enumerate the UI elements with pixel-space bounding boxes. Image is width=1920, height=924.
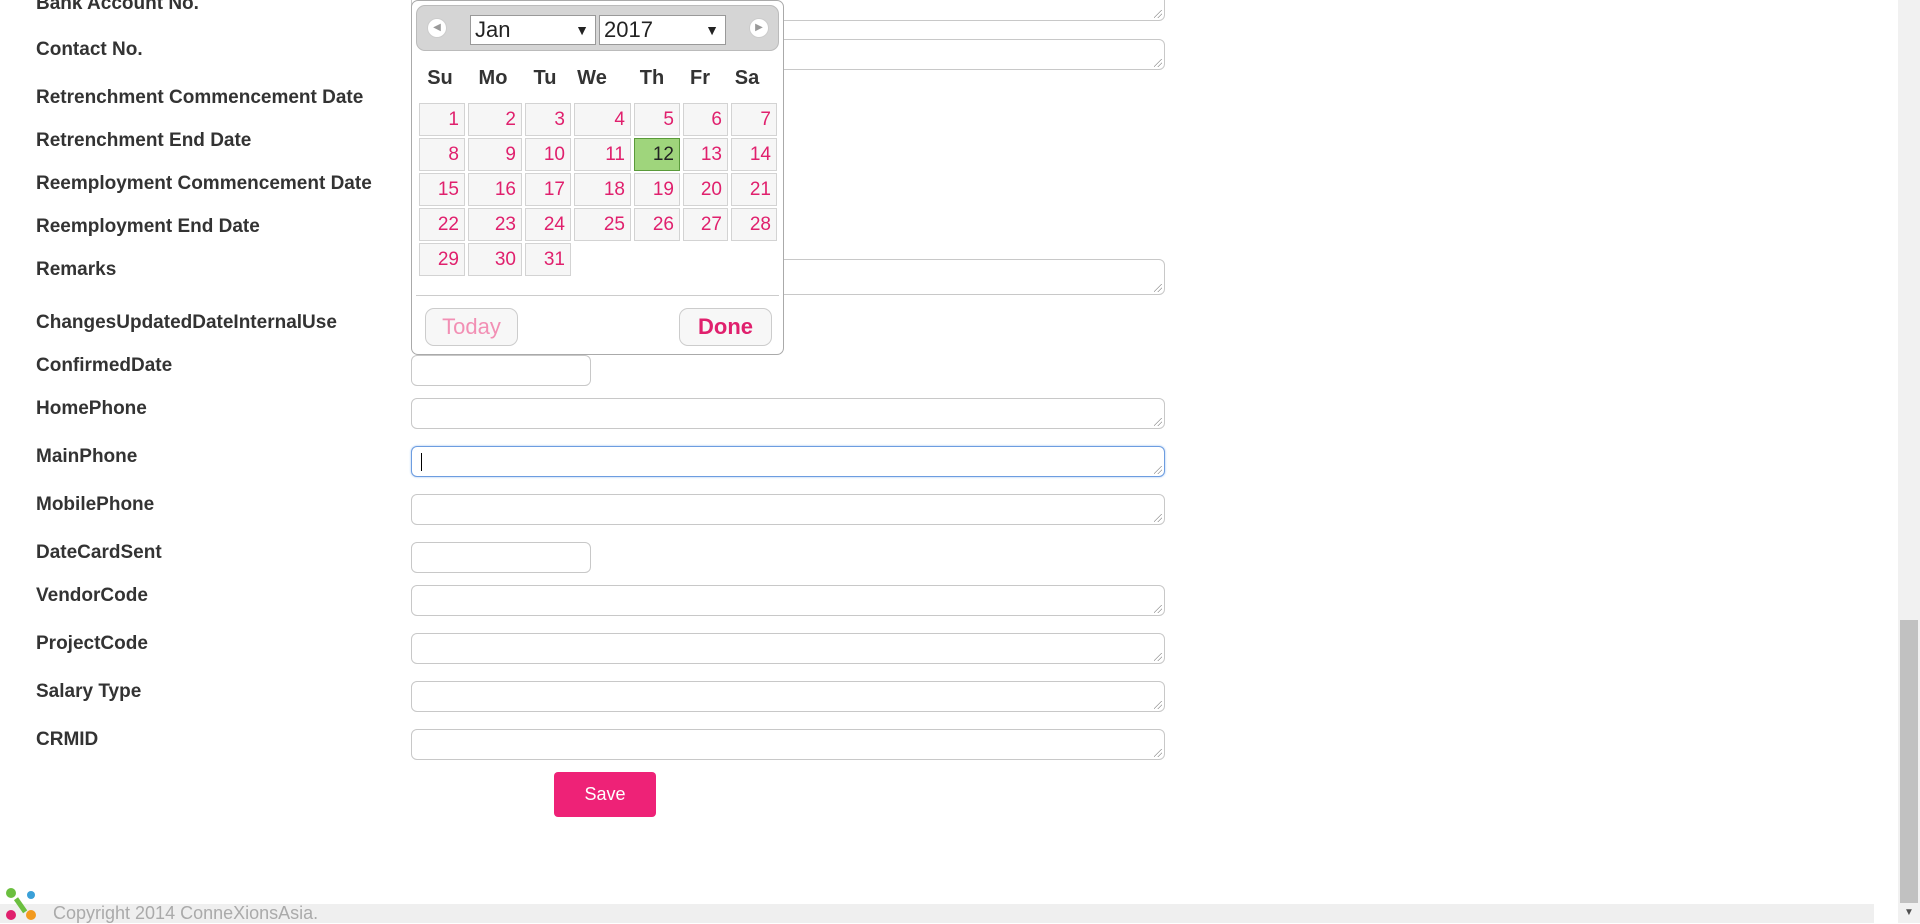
weekday-label: Su xyxy=(427,67,453,89)
chevron-down-icon: ▼ xyxy=(705,22,719,38)
project-code-field[interactable] xyxy=(411,633,1165,664)
weekday-label: Sa xyxy=(734,67,760,89)
weekday-label: We xyxy=(577,67,607,89)
datepicker-divider xyxy=(416,295,779,296)
label-reemployment-commencement-date: Reemployment Commencement Date xyxy=(36,173,372,194)
resize-grip-icon[interactable] xyxy=(1154,59,1162,67)
day-cell[interactable]: 21 xyxy=(731,173,777,206)
weekday-label: Tu xyxy=(533,67,557,89)
resize-grip-icon[interactable] xyxy=(1154,10,1162,18)
day-cell[interactable]: 19 xyxy=(634,173,680,206)
vertical-scrollbar[interactable] xyxy=(1898,0,1920,923)
label-bank-account: Bank Account No. xyxy=(36,0,199,14)
day-cell[interactable]: 18 xyxy=(574,173,631,206)
resize-grip-icon[interactable] xyxy=(1154,605,1162,613)
done-button[interactable]: Done xyxy=(679,308,772,346)
label-salary-type: Salary Type xyxy=(36,681,142,702)
resize-grip-icon[interactable] xyxy=(1154,418,1162,426)
day-cell[interactable]: 17 xyxy=(525,173,571,206)
day-cell[interactable]: 3 xyxy=(525,103,571,136)
connexions-logo xyxy=(6,888,36,920)
year-select-value: 2017 xyxy=(604,17,653,42)
resize-grip-icon[interactable] xyxy=(1154,284,1162,292)
label-mobile-phone: MobilePhone xyxy=(36,494,155,515)
label-remarks: Remarks xyxy=(36,259,117,280)
resize-grip-icon[interactable] xyxy=(1154,514,1162,522)
day-cell[interactable]: 12 xyxy=(634,138,680,171)
main-phone-field[interactable] xyxy=(411,446,1165,477)
date-card-sent-field[interactable] xyxy=(411,542,591,573)
day-cell[interactable]: 20 xyxy=(683,173,728,206)
day-cell[interactable]: 31 xyxy=(525,243,571,276)
day-cell[interactable]: 24 xyxy=(525,208,571,241)
day-cell[interactable]: 10 xyxy=(525,138,571,171)
datepicker-header: ◀ Jan ▼ 2017 ▼ ▶ xyxy=(416,5,779,51)
scroll-down-arrow-icon[interactable]: ▼ xyxy=(1898,903,1920,923)
day-cell[interactable]: 5 xyxy=(634,103,680,136)
home-phone-field[interactable] xyxy=(411,398,1165,429)
chevron-down-icon: ▼ xyxy=(575,22,589,38)
day-cell[interactable]: 27 xyxy=(683,208,728,241)
day-cell[interactable]: 1 xyxy=(419,103,465,136)
prev-month-icon[interactable]: ◀ xyxy=(427,18,447,38)
day-cell[interactable]: 29 xyxy=(419,243,465,276)
vendor-code-field[interactable] xyxy=(411,585,1165,616)
save-button[interactable]: Save xyxy=(554,772,656,817)
copyright-text: Copyright 2014 ConneXionsAsia. xyxy=(53,903,319,923)
label-main-phone: MainPhone xyxy=(36,446,138,467)
resize-grip-icon[interactable] xyxy=(1154,701,1162,709)
scrollbar-thumb[interactable] xyxy=(1900,620,1918,903)
day-cell[interactable]: 13 xyxy=(683,138,728,171)
day-cell[interactable]: 30 xyxy=(468,243,522,276)
crmid-field[interactable] xyxy=(411,729,1165,760)
label-retrenchment-commencement-date: Retrenchment Commencement Date xyxy=(36,87,364,108)
resize-grip-icon[interactable] xyxy=(1154,466,1162,474)
day-cell[interactable]: 9 xyxy=(468,138,522,171)
next-month-icon[interactable]: ▶ xyxy=(749,18,769,38)
label-home-phone: HomePhone xyxy=(36,398,147,419)
day-cell[interactable]: 25 xyxy=(574,208,631,241)
day-cell[interactable]: 6 xyxy=(683,103,728,136)
day-cell[interactable]: 8 xyxy=(419,138,465,171)
confirmed-date-field[interactable] xyxy=(411,355,591,386)
day-cell[interactable]: 23 xyxy=(468,208,522,241)
weekday-label: Mo xyxy=(478,67,508,89)
day-cell[interactable]: 11 xyxy=(574,138,631,171)
resize-grip-icon[interactable] xyxy=(1154,749,1162,757)
weekday-label: Fr xyxy=(690,67,710,89)
datepicker-popup: ◀ Jan ▼ 2017 ▼ ▶ Today Done Su Mo Tu We Th Fr… xyxy=(411,0,784,355)
day-cell[interactable]: 7 xyxy=(731,103,777,136)
label-crmid: CRMID xyxy=(36,729,99,750)
month-select[interactable]: Jan ▼ xyxy=(470,15,596,45)
text-caret xyxy=(421,453,422,471)
label-changes-updated-date: ChangesUpdatedDateInternalUse xyxy=(36,312,337,333)
day-cell[interactable]: 2 xyxy=(468,103,522,136)
day-cell[interactable]: 14 xyxy=(731,138,777,171)
label-contact-no: Contact No. xyxy=(36,39,143,60)
label-vendor-code: VendorCode xyxy=(36,585,148,606)
label-date-card-sent: DateCardSent xyxy=(36,542,162,563)
day-cell[interactable]: 16 xyxy=(468,173,522,206)
day-cell[interactable]: 26 xyxy=(634,208,680,241)
resize-grip-icon[interactable] xyxy=(1154,653,1162,661)
label-reemployment-end-date: Reemployment End Date xyxy=(36,216,260,237)
mobile-phone-field[interactable] xyxy=(411,494,1165,525)
day-cell[interactable]: 22 xyxy=(419,208,465,241)
label-retrenchment-end-date: Retrenchment End Date xyxy=(36,130,252,151)
today-button[interactable]: Today xyxy=(425,308,518,346)
day-cell[interactable]: 4 xyxy=(574,103,631,136)
salary-type-field[interactable] xyxy=(411,681,1165,712)
label-project-code: ProjectCode xyxy=(36,633,148,654)
day-cell[interactable]: 15 xyxy=(419,173,465,206)
day-cell[interactable]: 28 xyxy=(731,208,777,241)
month-select-value: Jan xyxy=(475,17,511,42)
weekday-label: Th xyxy=(639,67,665,89)
label-confirmed-date: ConfirmedDate xyxy=(36,355,173,376)
year-select[interactable]: 2017 ▼ xyxy=(599,15,726,45)
